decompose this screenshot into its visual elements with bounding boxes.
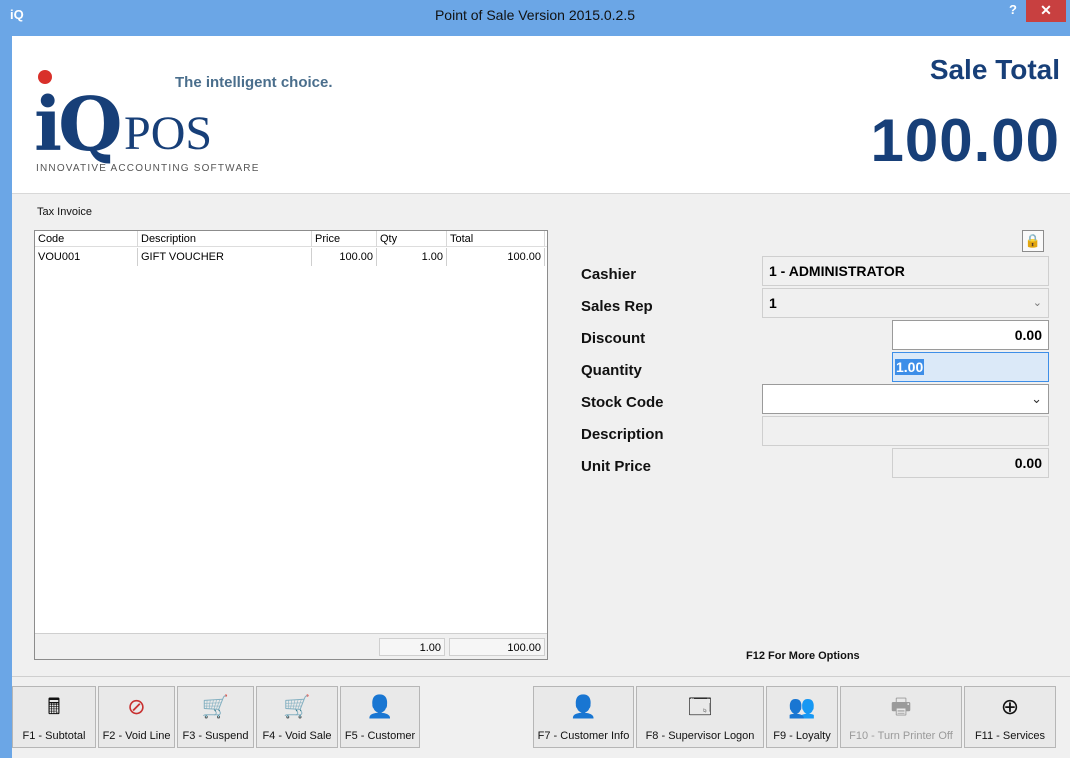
services-label: F11 - Services [974,730,1046,742]
loyalty-button[interactable]: 👥 F9 - Loyalty [766,686,838,748]
subtotal-label: F1 - Subtotal [22,730,86,742]
cell-price: 100.00 [312,248,377,266]
tax-invoice-label: Tax Invoice [37,206,93,218]
cart-clock-icon: 🛒 [201,694,230,719]
grid-footer: 1.00 100.00 [35,633,547,659]
logo-dot [38,70,52,84]
description-field [762,416,1049,446]
cell-code: VOU001 [35,248,138,266]
sales-rep-label: Sales Rep [581,298,653,315]
invoice-grid[interactable]: Code Description Price Qty Total VOU001 … [34,230,548,660]
grid-header: Code Description Price Qty Total [35,231,547,247]
services-button[interactable]: ⊕ F11 - Services [964,686,1056,748]
col-qty[interactable]: Qty [377,231,447,247]
loyalty-label: F9 - Loyalty [773,730,831,742]
cashier-field: 1 - ADMINISTRATOR [762,256,1049,286]
customer-info-button[interactable]: 👤 F7 - Customer Info [533,686,634,748]
logo-tagline: The intelligent choice. [175,74,333,91]
pos-window: The intelligent choice. iQ POS INNOVATIV… [12,36,1070,758]
printer-off-label: F10 - Turn Printer Off [849,730,953,742]
customer-button[interactable]: 👤 F5 - Customer [340,686,420,748]
discount-input[interactable]: 0.00 [892,320,1049,350]
customer-info-label: F7 - Customer Info [537,730,630,742]
calculator-icon: 🖩 [47,694,61,719]
supervisor-logon-button[interactable]: 🗔 F8 - Supervisor Logon [636,686,764,748]
table-row[interactable]: VOU001 GIFT VOUCHER 100.00 1.00 100.00 [35,248,547,266]
suspend-button[interactable]: 🛒 F3 - Suspend [177,686,254,748]
chevron-down-icon: ⌄ [1031,391,1042,406]
stock-code-select[interactable]: ⌄ [762,384,1049,414]
footer-total: 100.00 [449,638,545,656]
more-options-hint: F12 For More Options [746,650,860,662]
function-toolbar: 🖩 F1 - Subtotal ⊘ F2 - Void Line 🛒 F3 - … [12,676,1070,758]
col-price[interactable]: Price [312,231,377,247]
loyalty-group-icon: 👥 [788,694,816,719]
cell-qty: 1.00 [377,248,447,266]
col-code[interactable]: Code [35,231,138,247]
help-button[interactable]: ? [1000,0,1026,22]
cashier-label: Cashier [581,266,637,283]
logon-window-icon: 🗔 [688,694,712,719]
iqpos-logo: The intelligent choice. iQ POS INNOVATIV… [32,58,362,178]
quantity-value: 1.00 [895,359,925,375]
quantity-input[interactable]: 1.00 [892,352,1049,382]
description-label: Description [581,426,664,443]
logo-subline: INNOVATIVE ACCOUNTING SOFTWARE [36,163,260,174]
chevron-down-icon: ⌄ [1032,297,1042,309]
printer-off-button[interactable]: 🖶 F10 - Turn Printer Off [840,686,962,748]
cell-total: 100.00 [447,248,545,266]
col-description[interactable]: Description [138,231,312,247]
customer-label: F5 - Customer [344,730,416,742]
customer-info-icon: 👤 [569,694,598,719]
sales-rep-value: 1 [769,295,777,311]
lock-icon[interactable]: 🔒 [1022,230,1044,252]
stock-code-label: Stock Code [581,394,664,411]
sale-total-label: Sale Total [929,54,1060,85]
supervisor-logon-label: F8 - Supervisor Logon [645,730,755,742]
unit-price-label: Unit Price [581,458,652,475]
footer-qty: 1.00 [379,638,445,656]
customer-icon: 👤 [366,694,394,719]
suspend-label: F3 - Suspend [182,730,249,742]
logo-pos: POS [124,107,213,160]
printer-icon: 🖶 [890,694,912,719]
sale-total-value: 100.00 [870,107,1060,174]
title-bar: iQ Point of Sale Version 2015.0.2.5 ? ✕ [0,0,1070,32]
window-title: Point of Sale Version 2015.0.2.5 [434,7,636,23]
quantity-label: Quantity [581,362,642,379]
cell-description: GIFT VOUCHER [138,248,312,266]
header: The intelligent choice. iQ POS INNOVATIV… [12,36,1070,194]
logo-iq: iQ [34,82,123,168]
void-line-label: F2 - Void Line [102,730,171,742]
unit-price-field: 0.00 [892,448,1049,478]
void-sale-button[interactable]: 🛒 F4 - Void Sale [256,686,338,748]
subtotal-button[interactable]: 🖩 F1 - Subtotal [12,686,96,748]
cart-cancel-icon: 🛒 [283,694,311,719]
void-line-button[interactable]: ⊘ F2 - Void Line [98,686,175,748]
void-sale-label: F4 - Void Sale [262,730,332,742]
sales-rep-select[interactable]: 1 ⌄ [762,288,1049,318]
col-total[interactable]: Total [447,231,545,247]
discount-label: Discount [581,330,646,347]
services-icon: ⊕ [1000,694,1020,719]
void-line-icon: ⊘ [127,694,146,719]
close-button[interactable]: ✕ [1026,0,1066,22]
